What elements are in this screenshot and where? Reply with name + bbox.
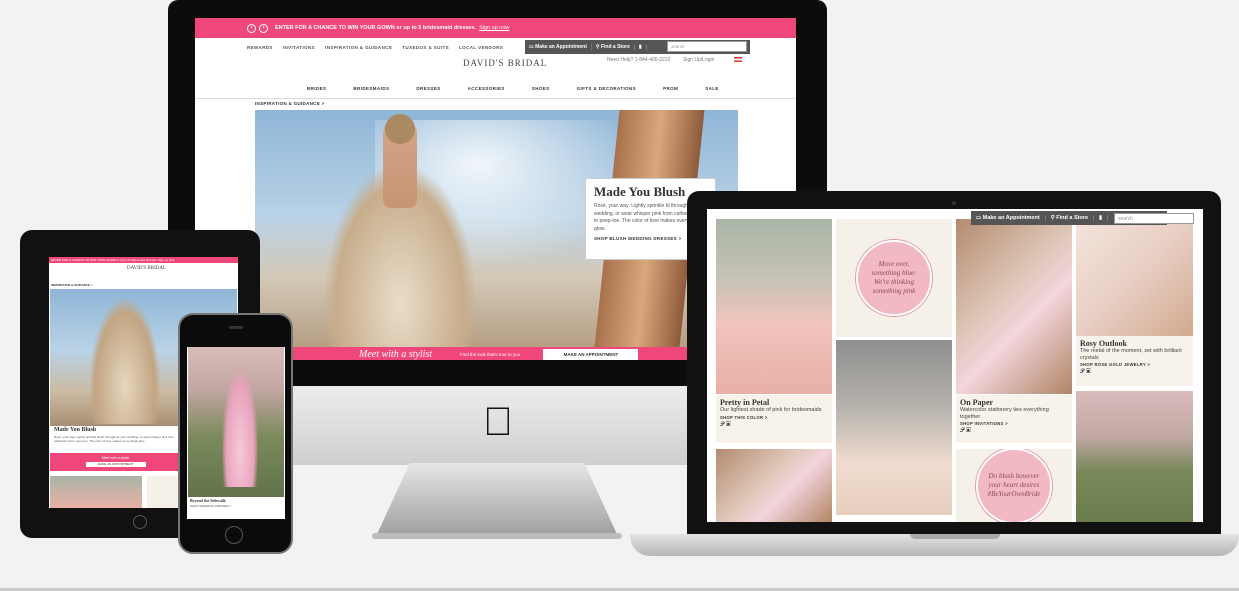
search-input[interactable]: search — [667, 41, 747, 52]
utility-rewards[interactable]: REWARDS — [247, 45, 273, 50]
stylist-title: Meet with a stylist — [359, 348, 433, 360]
quote-tile-1: Move over, something blue: We're thinkin… — [836, 219, 952, 337]
appointment-label: Make an Appointment — [535, 44, 587, 50]
quote-tile-2: Do blush however your heart desires #BeY… — [956, 449, 1072, 522]
nav-accessories[interactable]: ACCESSORIES — [468, 86, 505, 91]
nav-bridesmaids[interactable]: BRIDESMAIDS — [353, 86, 389, 91]
tablet-stylist: Meet with a stylist MAKE AN APPOINTMENT — [50, 453, 181, 471]
promo-banner: ‹ › ENTER FOR A CHANCE TO WIN YOUR GOWN … — [195, 18, 796, 38]
bride-graphic — [222, 367, 258, 487]
appointment-label: Make an Appointment — [982, 215, 1040, 221]
laptop-screen: Pretty in Petal Our lightest shade of pi… — [707, 209, 1203, 522]
nav-prom[interactable]: PROM — [663, 86, 678, 91]
store-label: Find a Store — [1056, 215, 1089, 221]
utility-nav: REWARDS INVITATIONS INSPIRATION & GUIDAN… — [247, 45, 503, 50]
phone-cta[interactable]: SHOP WEDDING DRESSES > — [190, 504, 280, 508]
tablet-body: Rosé, your way: Lightly sprinkle blush t… — [54, 435, 175, 443]
tablet-stylist-title: Meet with a stylist — [101, 456, 130, 460]
tile-body: Watercolor stationery ties everything to… — [960, 407, 1049, 420]
phone-home-button[interactable] — [225, 526, 243, 544]
nav-dresses[interactable]: DRESSES — [416, 86, 440, 91]
nav-shoes[interactable]: SHOES — [532, 86, 550, 91]
next-arrow-icon[interactable]: › — [259, 23, 268, 33]
nav-sale[interactable]: SALE — [705, 86, 719, 91]
rings-photo[interactable] — [716, 449, 832, 522]
phone-speaker — [229, 326, 243, 329]
shop-color-link[interactable]: SHOP THIS COLOR > — [720, 415, 828, 420]
laptop-camera — [952, 201, 956, 205]
utility-tuxedos[interactable]: TUXEDOS & SUITS — [402, 45, 449, 50]
bridesmaids-photo[interactable] — [716, 219, 832, 394]
quote-circle: Do blush however your heart desires #BeY… — [976, 449, 1052, 522]
stylist-banner: Meet with a stylist Find the look that's… — [287, 347, 689, 360]
phone-screen: Beyond the Sidewalk SHOP WEDDING DRESSES… — [187, 347, 285, 519]
hair-graphic — [385, 114, 415, 144]
find-store-button[interactable]: ⚲ Find a Store — [592, 44, 635, 50]
bag-icon[interactable]: ▮ — [635, 44, 647, 50]
utility-vendors[interactable]: LOCAL VENDORS — [459, 45, 503, 50]
tablet-appointment-button[interactable]: MAKE AN APPOINTMENT — [85, 462, 146, 467]
make-appointment-button[interactable]: ▭ Make an Appointment — [525, 44, 592, 50]
tile-title: Rosy Outlook — [1080, 339, 1127, 348]
nav-divider — [195, 98, 796, 99]
breadcrumb[interactable]: INSPIRATION & GUIDANCE > — [255, 101, 325, 106]
brand-logo[interactable]: DAVID'S BRIDAL — [463, 58, 547, 68]
tile-on-paper: On Paper Watercolor stationery ties ever… — [956, 395, 1072, 443]
tile-body: The metal of the moment, set with brilli… — [1080, 348, 1182, 361]
nav-brides[interactable]: BRIDES — [307, 86, 326, 91]
tablet-breadcrumb[interactable]: INSPIRATION & GUIDANCE > — [51, 283, 93, 287]
jewelry-photo[interactable] — [1076, 219, 1193, 336]
tile-title: Pretty in Petal — [720, 398, 770, 407]
quote-circle: Move over, something blue: We're thinkin… — [856, 240, 932, 316]
tablet-title: Made You Blush — [54, 427, 97, 433]
bag-icon[interactable]: ▮ — [1094, 215, 1109, 221]
nav-gifts[interactable]: GIFTS & DECORATIONS — [577, 86, 637, 91]
tablet-home-button[interactable] — [133, 515, 147, 529]
promo-text: ENTER FOR A CHANCE TO WIN YOUR GOWN or u… — [275, 25, 477, 31]
social-icons[interactable]: 𝒫 ▣ — [720, 422, 828, 429]
shop-jewelry-link[interactable]: SHOP ROSE GOLD JEWELRY > — [1080, 362, 1189, 367]
find-store-button[interactable]: ⚲ Find a Store — [1046, 215, 1095, 221]
signin-link[interactable]: Sign Up/Login — [683, 57, 714, 63]
stylist-subtitle: Find the look that's true to you. — [460, 351, 522, 357]
utility-invitations[interactable]: INVITATIONS — [283, 45, 315, 50]
search-input[interactable]: search — [1114, 213, 1194, 224]
phone-caption: Beyond the Sidewalk — [190, 498, 226, 503]
us-flag-icon[interactable] — [734, 57, 742, 62]
bride-graphic — [90, 299, 160, 424]
tile-rosy-outlook: Rosy Outlook The metal of the moment, se… — [1076, 336, 1193, 386]
tablet-logo[interactable]: DAVID'S BRIDAL — [127, 266, 166, 271]
help-phone: Need Help? 1-844-400-3222 — [607, 57, 671, 63]
tile-body: Our lightest shade of pink for bridesmai… — [720, 407, 822, 413]
make-appointment-cta[interactable]: MAKE AN APPOINTMENT — [543, 348, 639, 360]
prev-arrow-icon[interactable]: ‹ — [247, 23, 256, 33]
imac-stand — [376, 463, 618, 537]
main-nav: BRIDES BRIDESMAIDS DRESSES ACCESSORIES S… — [307, 86, 719, 91]
social-icons[interactable]: 𝒫 ▣ — [1080, 369, 1189, 376]
tile-pretty-in-petal: Pretty in Petal Our lightest shade of pi… — [716, 395, 832, 443]
imac-base — [372, 533, 622, 539]
garden-bride-photo[interactable] — [1076, 391, 1193, 522]
laptop-notch — [910, 534, 1000, 539]
store-label: Find a Store — [600, 44, 630, 50]
promo-signup-link[interactable]: Sign up now — [479, 25, 509, 31]
social-icons[interactable]: 𝒫 ▣ — [960, 428, 1068, 435]
stationery-photo[interactable] — [956, 219, 1072, 394]
make-appointment-button[interactable]: ▭ Make an Appointment — [971, 215, 1046, 221]
tablet-promo[interactable]: ENTER FOR A CHANCE TO WIN YOUR GOWN or u… — [49, 257, 238, 263]
tablet-photo[interactable] — [50, 476, 142, 508]
apple-logo-icon:  — [481, 402, 515, 442]
phone-photo[interactable] — [188, 347, 284, 497]
shop-invitations-link[interactable]: SHOP INVITATIONS > — [960, 421, 1068, 426]
utility-inspiration[interactable]: INSPIRATION & GUIDANCE — [325, 45, 392, 50]
gown-photo[interactable] — [836, 340, 952, 515]
tile-title: On Paper — [960, 398, 994, 407]
